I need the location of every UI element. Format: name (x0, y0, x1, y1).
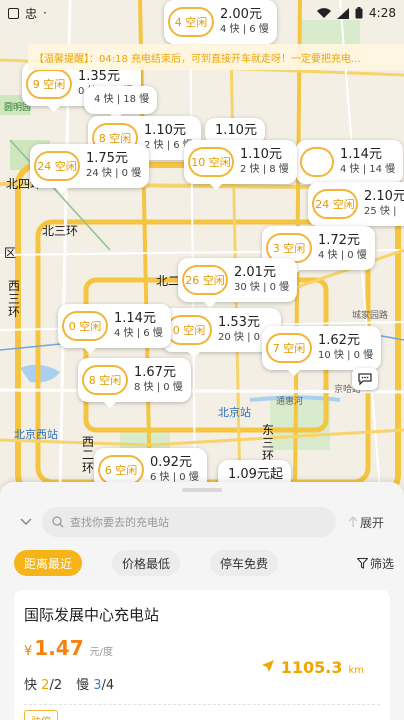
distance-value: 1105.3 (280, 658, 343, 677)
station-price: ¥ 1.47 元/度 (24, 636, 113, 660)
marker-price: 1.10元 (144, 123, 186, 138)
marker-price: 1.72元 (318, 233, 360, 248)
marker-price: 1.75元 (86, 151, 128, 166)
marker-price: 1.10元 (215, 123, 257, 138)
distance-unit: km (348, 665, 364, 676)
marker-free-badge: 24 空闲 (312, 189, 358, 219)
map-view[interactable]: 北四环 北三环 北二环 区 西三环 西二环 东三环 北京西站 北京站 通惠河 圆… (0, 0, 404, 490)
station-marker[interactable]: 8 空闲 1.67元 8 快 | 0 慢 (78, 358, 191, 408)
marker-price: 2.10元 (364, 189, 404, 204)
marker-free-badge: 6 空闲 (98, 455, 144, 485)
map-label-beijing-west: 北京西站 (14, 428, 58, 441)
chevron-down-icon[interactable] (14, 514, 38, 530)
marker-counts: 4 快 | 14 慢 (340, 164, 396, 175)
station-name: 国际发展中心充电站 (24, 606, 160, 624)
arrow-up-icon (348, 516, 358, 527)
fast-availability: 快 2/2 (24, 678, 63, 693)
app-glyph: 忠 (25, 6, 38, 21)
marker-free-badge: 0 空闲 (62, 311, 108, 341)
map-label-road-left: 区 (4, 246, 17, 260)
charger-availability: 快 2/2 慢 3/4 (24, 674, 114, 693)
marker-counts: 24 快 | 0 慢 (86, 168, 142, 179)
price-unit: 元/度 (89, 647, 114, 658)
station-card[interactable]: 国际发展中心充电站 ¥ 1.47 元/度 1105.3 km 快 2/2 慢 3… (14, 590, 390, 720)
filter-icon (356, 557, 368, 569)
navigation-arrow-icon (261, 660, 274, 672)
notice-banner[interactable]: 【温馨提醒】：04:18 充电结束后，可到直接开车就走呀！一定要把充电... (28, 44, 404, 70)
signal-icon (337, 7, 350, 19)
sort-cheapest-chip[interactable]: 价格最低 (112, 550, 181, 576)
search-row: 展开 (0, 506, 404, 538)
marker-counts: 30 快 | 0 慢 (234, 282, 290, 293)
currency-symbol: ¥ (24, 644, 33, 659)
map-label-xierhuan: 西二环 (82, 435, 95, 475)
station-list-sheet[interactable]: 展开 距离最近 价格最低 停车免费 筛选 国际发展中心充电站 ¥ 1.47 元/… (0, 482, 404, 720)
screenshot-icon (8, 7, 19, 19)
expand-button[interactable]: 展开 (348, 514, 384, 531)
marker-counts: 10 快 | 0 慢 (318, 350, 374, 361)
marker-counts: 4 快 | 0 慢 (318, 250, 367, 261)
marker-free-badge: 24 空闲 (34, 151, 80, 181)
marker-free-badge: 7 空闲 (266, 333, 312, 363)
marker-free-badge: 0 空闲 (166, 315, 212, 345)
marker-counts: 25 快 | (364, 206, 397, 217)
marker-price: 1.62元 (318, 333, 360, 348)
marker-price: 2.01元 (234, 265, 276, 280)
station-marker[interactable]: 4 快 | 18 慢 (84, 86, 158, 120)
marker-price: 1.67元 (134, 365, 176, 380)
map-label-beisanhuan: 北三环 (42, 224, 79, 238)
map-label-beijing-station: 北京站 (218, 406, 251, 419)
marker-price: 1.09元起 (228, 467, 283, 482)
map-label-dongsanhuan: 东三环 (262, 423, 275, 463)
station-marker[interactable]: 0 空闲 1.14元 4 快 | 6 慢 (58, 304, 171, 354)
station-marker[interactable]: 24 空闲 2.10元 25 快 | (308, 182, 404, 232)
marker-price: 1.10元 (240, 147, 282, 162)
card-divider (24, 704, 380, 705)
marker-free-badge: 9 空闲 (26, 69, 72, 99)
status-bar: 忠 · 4:28 (0, 0, 404, 26)
notice-text: 【温馨提醒】：04:18 充电结束后，可到直接开车就走呀！一定要把充电... (34, 53, 361, 65)
search-box[interactable] (42, 507, 336, 537)
status-time: 4:28 (369, 6, 396, 20)
slow-availability: 慢 3/4 (76, 678, 115, 693)
filter-button[interactable]: 筛选 (356, 555, 394, 572)
battery-icon (355, 7, 363, 19)
sort-nearest-chip[interactable]: 距离最近 (14, 550, 83, 576)
marker-free-badge: 8 空闲 (82, 365, 128, 395)
marker-free-badge: 10 空闲 (188, 147, 234, 177)
station-marker[interactable]: 26 空闲 2.01元 30 快 | 0 慢 (178, 258, 298, 308)
wifi-icon (317, 7, 332, 18)
search-icon (52, 516, 64, 528)
station-marker[interactable]: 24 空闲 1.75元 24 快 | 0 慢 (30, 144, 150, 194)
marker-price: 0.92元 (150, 455, 192, 470)
marker-price: 1.35元 (78, 69, 120, 84)
search-input[interactable] (70, 515, 310, 529)
station-marker[interactable]: 10 空闲 1.10元 2 快 | 8 慢 (184, 140, 297, 190)
marker-counts: 2 快 | 8 慢 (240, 164, 289, 175)
map-label-chengjia-road: 城家园路 (352, 311, 389, 321)
marker-price: 1.14元 (114, 311, 156, 326)
marker-free-badge (300, 147, 334, 177)
price-value: 1.47 (34, 636, 84, 660)
free-parking-chip[interactable]: 停车免费 (210, 550, 279, 576)
notification-dot-icon: · (43, 6, 47, 20)
navigate-distance[interactable]: 1105.3 km (261, 658, 364, 677)
map-label-xisanhuan: 西三环 (8, 279, 21, 319)
station-marker[interactable]: 7 空闲 1.62元 10 快 | 0 慢 (262, 326, 382, 376)
sheet-drag-handle[interactable] (182, 488, 222, 492)
chat-icon[interactable] (352, 368, 378, 390)
station-tag: 驻停 (24, 710, 58, 720)
sort-filter-bar: 距离最近 价格最低 停车免费 筛选 (14, 550, 394, 576)
marker-counts: 4 快 | 6 慢 (114, 328, 163, 339)
filter-label: 筛选 (369, 556, 394, 571)
expand-label: 展开 (360, 515, 385, 530)
station-marker[interactable]: 1.14元 4 快 | 14 慢 (296, 140, 404, 190)
map-label-tonghui-river: 通惠河 (276, 397, 304, 407)
marker-counts: 8 快 | 0 慢 (134, 382, 183, 393)
marker-free-badge: 26 空闲 (182, 265, 228, 295)
marker-price: 1.14元 (340, 147, 382, 162)
marker-counts: 4 快 | 18 慢 (94, 94, 150, 105)
